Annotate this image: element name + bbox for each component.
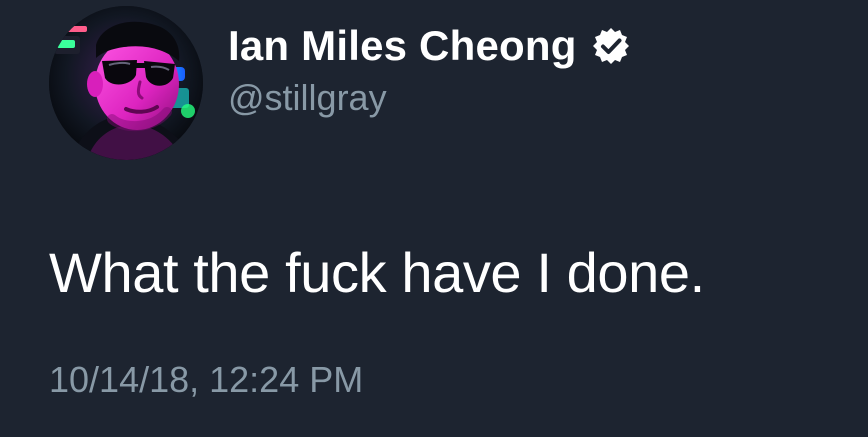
avatar[interactable] <box>49 6 203 160</box>
verified-badge-icon <box>591 26 631 66</box>
tweet-timestamp[interactable]: 10/14/18, 12:24 PM <box>49 362 363 398</box>
tweet-text: What the fuck have I done. <box>49 241 705 304</box>
user-handle[interactable]: @stillgray <box>228 80 631 116</box>
user-meta: Ian Miles Cheong @stillgray <box>228 18 631 116</box>
name-row: Ian Miles Cheong <box>228 18 631 74</box>
display-name[interactable]: Ian Miles Cheong <box>228 25 577 67</box>
tweet-card: Ian Miles Cheong @stillgray What the fuc… <box>0 0 868 437</box>
